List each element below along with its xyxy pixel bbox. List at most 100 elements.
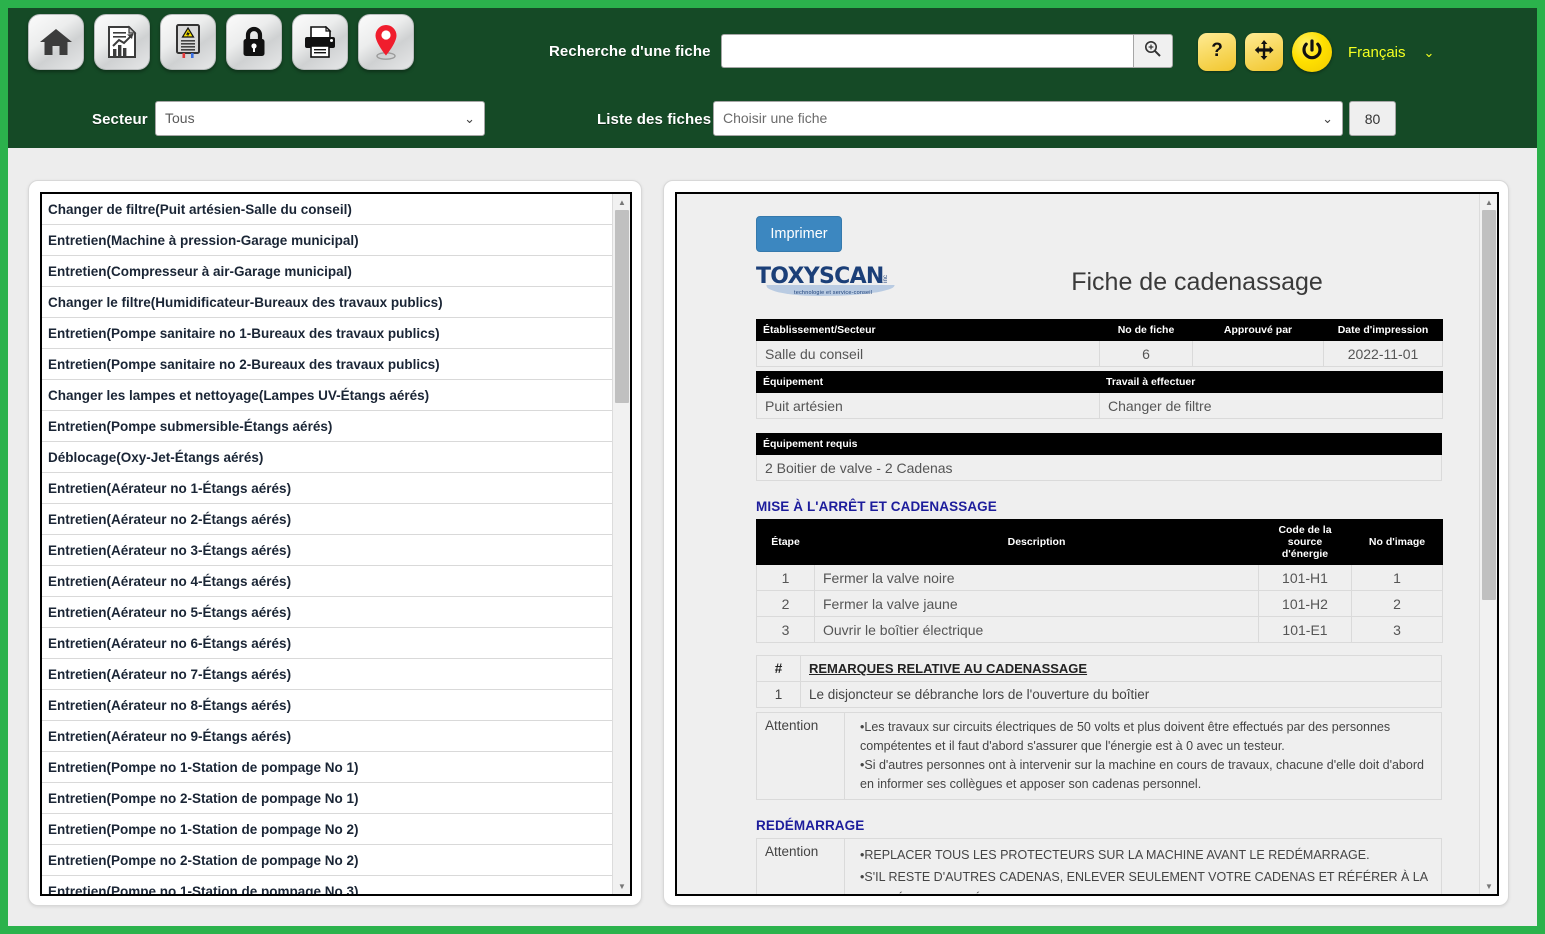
warning-line: •Si d'autres personnes ont à intervenir … [860, 758, 1424, 791]
val-travail: Changer de filtre [1099, 392, 1443, 419]
list-item[interactable]: Changer les lampes et nettoyage(Lampes U… [42, 380, 612, 411]
print-button[interactable]: Imprimer [756, 216, 842, 252]
list-item[interactable]: Entretien(Aérateur no 7-Étangs aérés) [42, 659, 612, 690]
table-row: 1 Le disjoncteur se débranche lors de l'o… [756, 681, 1442, 708]
table-row: Étape Description Code de la source d'én… [756, 519, 1443, 565]
list-item[interactable]: Entretien(Pompe no 1-Station de pompage … [42, 814, 612, 845]
search-input[interactable] [720, 34, 1133, 68]
list-item[interactable]: Changer le filtre(Humidificateur-Bureaux… [42, 287, 612, 318]
col-equipement-requis: Équipement requis [756, 433, 1442, 455]
secteur-label: Secteur [92, 111, 148, 128]
table-row: Établissement/Secteur No de fiche Approu… [756, 319, 1443, 341]
secteur-value: Tous [165, 110, 195, 126]
val-no-fiche: 6 [1099, 340, 1193, 367]
scroll-up-arrow-icon[interactable]: ▲ [613, 194, 630, 210]
list-item[interactable]: Entretien(Aérateur no 6-Étangs aérés) [42, 628, 612, 659]
step-step: 1 [756, 564, 815, 591]
list-item[interactable]: Entretien(Pompe no 1-Station de pompage … [42, 876, 612, 894]
list-item[interactable]: Entretien(Aérateur no 5-Étangs aérés) [42, 597, 612, 628]
table-row: Puit artésien Changer de filtre [756, 392, 1443, 419]
scrollbar-thumb[interactable] [1482, 210, 1496, 600]
question-mark-icon: ? [1206, 39, 1228, 66]
electrical-panel-icon [174, 24, 202, 60]
list-item[interactable]: Déblocage(Oxy-Jet-Étangs aérés) [42, 442, 612, 473]
power-button[interactable] [1292, 32, 1332, 72]
col-approuve: Approuvé par [1192, 319, 1324, 341]
printer-icon-button[interactable] [292, 14, 348, 70]
step-code: 101-H2 [1258, 590, 1352, 617]
move-button[interactable] [1245, 33, 1283, 71]
search-box [720, 34, 1173, 68]
list-item[interactable]: Entretien(Pompe submersible-Étangs aérés… [42, 411, 612, 442]
step-step: 3 [756, 616, 815, 643]
list-item[interactable]: Entretien(Aérateur no 4-Étangs aérés) [42, 566, 612, 597]
restart-attention-table: Attention •REPLACER TOUS LES PROTECTEURS… [756, 838, 1442, 894]
list-item[interactable]: Entretien(Pompe no 2-Station de pompage … [42, 845, 612, 876]
remarks-title: REMARQUES RELATIVE AU CADENASSAGE [800, 655, 1442, 682]
list-item[interactable]: Changer de filtre(Puit artésien-Salle du… [42, 194, 612, 225]
table-row: Équipement Travail à effectuer [756, 371, 1443, 393]
remark-text: Le disjoncteur se débranche lors de l'ou… [800, 681, 1442, 708]
list-item[interactable]: Entretien(Pompe sanitaire no 1-Bureaux d… [42, 318, 612, 349]
table-row: Salle du conseil 6 2022-11-01 [756, 340, 1443, 367]
scroll-down-arrow-icon[interactable]: ▼ [1480, 878, 1497, 894]
scroll-up-arrow-icon[interactable]: ▲ [1480, 194, 1497, 210]
map-pin-icon-button[interactable] [358, 14, 414, 70]
magnifier-plus-icon [1144, 40, 1161, 62]
list-item[interactable]: Entretien(Aérateur no 9-Étangs aérés) [42, 721, 612, 752]
col-equipement: Équipement [756, 371, 1100, 393]
chevron-down-icon: ⌄ [464, 111, 475, 126]
attention-content: •Les travaux sur circuits électriques de… [844, 712, 1442, 800]
logo-tagline: technologie et service-conseil [794, 290, 873, 296]
liste-fiches-label: Liste des fiches [597, 111, 712, 128]
fiche-select-value: Choisir une fiche [723, 110, 828, 126]
table-row: 3 Ouvrir le boîtier électrique 101-E1 3 [756, 616, 1443, 643]
power-icon [1299, 37, 1325, 68]
scrollbar-thumb[interactable] [615, 210, 629, 403]
printer-icon [302, 26, 338, 58]
document-content: Imprimer TOXYSCANinc technologie et serv… [677, 194, 1483, 894]
attention-label: Attention [756, 838, 845, 894]
report-icon-button[interactable] [94, 14, 150, 70]
list-item[interactable]: Entretien(Machine à pression-Garage muni… [42, 225, 612, 256]
fiche-list[interactable]: Changer de filtre(Puit artésien-Salle du… [42, 194, 612, 894]
attention-label: Attention [756, 712, 845, 800]
list-item[interactable]: Entretien(Aérateur no 1-Étangs aérés) [42, 473, 612, 504]
step-description: Ouvrir le boîtier électrique [814, 616, 1259, 643]
list-item[interactable]: Entretien(Pompe no 1-Station de pompage … [42, 752, 612, 783]
table-row: Attention •Les travaux sur circuits élec… [756, 712, 1442, 800]
fiche-list-box: Changer de filtre(Puit artésien-Salle du… [40, 192, 632, 896]
step-code: 101-H1 [1258, 564, 1352, 591]
secteur-select[interactable]: Tous ⌄ [155, 101, 485, 136]
table-row: Attention •REPLACER TOUS LES PROTECTEURS… [756, 838, 1442, 894]
move-arrows-icon [1253, 39, 1275, 66]
required-equipment-table: Équipement requis 2 Boitier de valve - 2… [756, 433, 1442, 481]
document-title: Fiche de cadenassage [1071, 268, 1323, 296]
help-button[interactable]: ? [1198, 33, 1236, 71]
list-item[interactable]: Entretien(Aérateur no 2-Étangs aérés) [42, 504, 612, 535]
list-item[interactable]: Entretien(Aérateur no 8-Étangs aérés) [42, 690, 612, 721]
document-scrollbar[interactable]: ▲ ▼ [1479, 194, 1497, 894]
scroll-down-arrow-icon[interactable]: ▼ [613, 878, 630, 894]
home-icon-button[interactable] [28, 14, 84, 70]
step-code: 101-E1 [1258, 616, 1352, 643]
fiche-list-card: Changer de filtre(Puit artésien-Salle du… [28, 180, 642, 906]
section-restart-title: REDÉMARRAGE [756, 818, 865, 833]
list-item[interactable]: Entretien(Pompe no 2-Station de pompage … [42, 783, 612, 814]
fiche-list-scrollbar[interactable]: ▲ ▼ [612, 194, 630, 894]
equipment-table: Équipement Travail à effectuer Puit arté… [756, 371, 1443, 419]
language-selector[interactable]: Français ⌄ [1348, 44, 1434, 61]
lock-icon-button[interactable] [226, 14, 282, 70]
search-button[interactable] [1132, 34, 1173, 68]
lockout-steps-table: Étape Description Code de la source d'én… [756, 519, 1443, 643]
list-item[interactable]: Entretien(Pompe sanitaire no 2-Bureaux d… [42, 349, 612, 380]
val-equipement-requis: 2 Boitier de valve - 2 Cadenas [756, 454, 1442, 481]
col-date: Date d'impression [1323, 319, 1443, 341]
step-description: Fermer la valve jaune [814, 590, 1259, 617]
electrical-panel-icon-button[interactable] [160, 14, 216, 70]
fiche-select[interactable]: Choisir une fiche ⌄ [713, 101, 1343, 136]
col-no-fiche: No de fiche [1099, 319, 1193, 341]
col-travail: Travail à effectuer [1099, 371, 1443, 393]
list-item[interactable]: Entretien(Aérateur no 3-Étangs aérés) [42, 535, 612, 566]
list-item[interactable]: Entretien(Compresseur à air-Garage munic… [42, 256, 612, 287]
